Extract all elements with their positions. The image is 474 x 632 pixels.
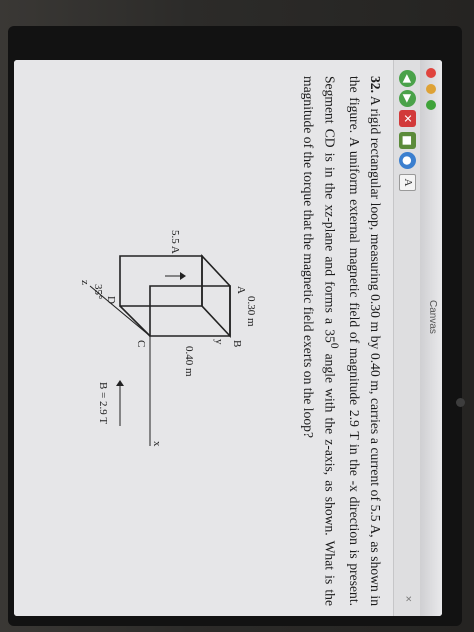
label-C: C [135, 340, 147, 347]
toolbar: ◀ ▶ ✕ ■ ● A × [393, 60, 420, 616]
browser-window: Canvas ◀ ▶ ✕ ■ ● A × 32. A rigid rectang… [14, 60, 442, 616]
label-x: x [151, 441, 163, 447]
title-bar: Canvas [419, 60, 442, 616]
problem-content: 32. A rigid rectangular loop, measuring … [298, 76, 386, 606]
current-arrowhead [180, 272, 186, 280]
webcam [456, 398, 465, 407]
label-field: B = 2.9 T [97, 382, 109, 424]
label-current: 5.5 A [169, 230, 181, 254]
label-D: D [105, 296, 117, 304]
loop-top [201, 253, 231, 339]
problem-statement: 32. A rigid rectangular loop, measuring … [298, 76, 386, 606]
degree-superscript: 0 [328, 342, 340, 349]
close-icon[interactable]: × [402, 596, 414, 602]
screen: Canvas ◀ ▶ ✕ ■ ● A × 32. A rigid rectang… [14, 60, 442, 616]
minimize-window-button[interactable] [426, 84, 436, 94]
window-title: Canvas [427, 300, 438, 334]
stop-icon[interactable]: ✕ [399, 110, 416, 127]
label-B: B [231, 340, 243, 347]
zoom-window-button[interactable] [426, 100, 436, 110]
loop-figure: y x z A B C D 0.30 m 0.40 m 5.5 A 35° B … [79, 230, 257, 447]
close-window-button[interactable] [426, 68, 436, 78]
loop-side-AB [149, 285, 231, 337]
segment-CD [119, 305, 151, 337]
font-icon[interactable]: A [399, 174, 416, 191]
field-arrowhead [116, 380, 124, 386]
loop-front [119, 255, 203, 307]
label-y: y [213, 339, 225, 345]
problem-number: 32. [368, 76, 383, 93]
label-A: A [235, 286, 247, 294]
app-icon[interactable]: ■ [399, 132, 416, 149]
back-icon[interactable]: ◀ [399, 70, 416, 87]
globe-icon[interactable]: ● [399, 152, 416, 169]
desk-background: Canvas ◀ ▶ ✕ ■ ● A × 32. A rigid rectang… [0, 0, 474, 632]
forward-icon[interactable]: ▶ [399, 90, 416, 107]
label-z: z [79, 280, 91, 285]
label-width: 0.30 m [245, 296, 257, 327]
label-height: 0.40 m [183, 346, 195, 377]
label-angle: 35° [92, 284, 104, 299]
